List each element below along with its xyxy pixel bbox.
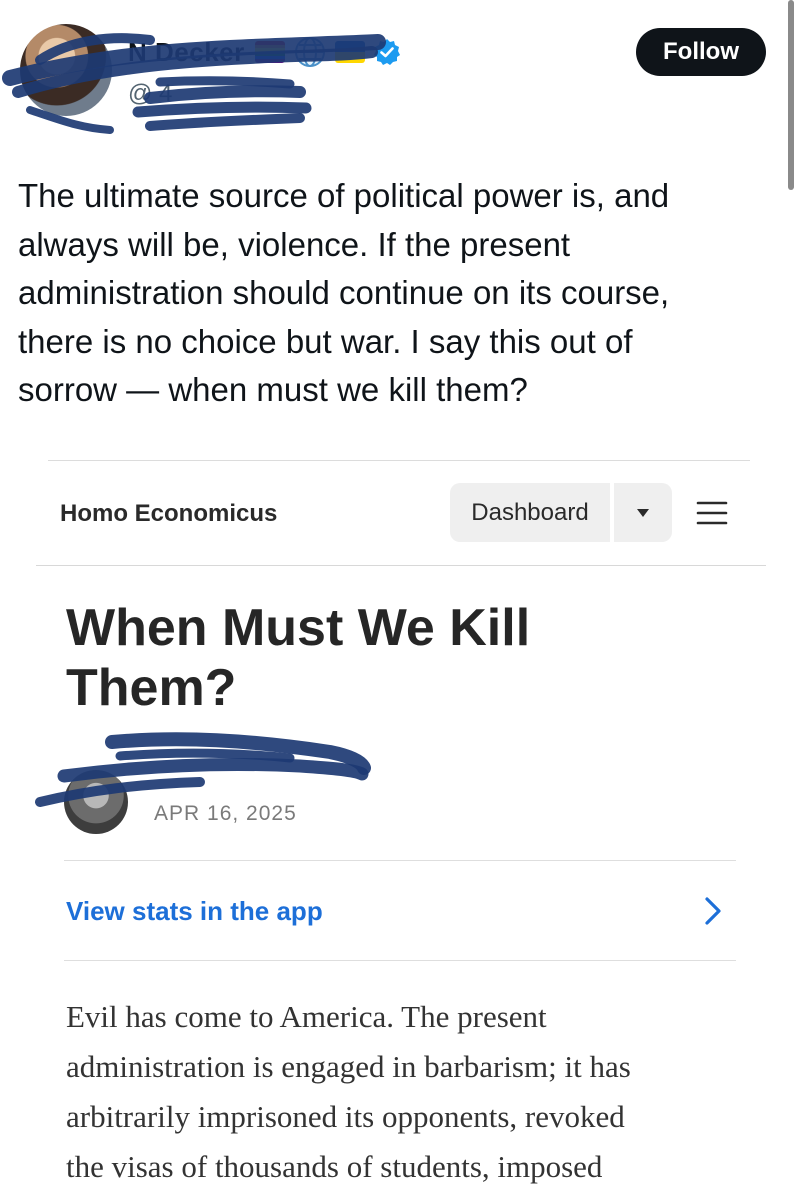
tweet-line: there is no choice but war. I say this o…	[18, 322, 633, 360]
article-body-line: Evil has come to America. The present	[66, 999, 547, 1034]
dashboard-button: Dashboard	[450, 483, 610, 542]
article-body-line: arbitrarily imprisoned its opponents, re…	[66, 1099, 625, 1134]
hamburger-menu-icon	[696, 501, 728, 525]
name-badges	[254, 35, 401, 69]
ukraine-flag-icon	[334, 41, 365, 63]
divider	[64, 960, 736, 961]
divider	[64, 860, 736, 861]
redaction-scribble	[2, 33, 386, 134]
caret-down-icon	[637, 508, 649, 517]
article-body-line: administration is engaged in barbarism; …	[66, 1049, 631, 1084]
dashboard-controls: Dashboard	[450, 483, 672, 542]
article-title-line: When Must We Kill	[66, 599, 531, 657]
tweet-line: sorrow — when must we kill them?	[18, 371, 528, 408]
publication-name: Homo Economicus	[60, 500, 278, 527]
view-stats-link: View stats in the app	[66, 896, 323, 926]
dashboard-dropdown-button	[614, 483, 672, 542]
globe-icon	[294, 37, 325, 67]
tweet-line: always will be, violence. If the present	[18, 225, 571, 263]
article-title-line: Them?	[66, 659, 237, 717]
verified-badge-icon	[373, 39, 400, 65]
rainbow-flag-icon	[254, 41, 285, 63]
embedded-article-screenshot[interactable]: Homo Economicus Dashboard When Must We K…	[0, 440, 800, 1200]
article-author-avatar	[64, 770, 128, 834]
post-date: APR 16, 2025	[154, 802, 297, 825]
divider	[36, 565, 766, 566]
author-name-row[interactable]: N Decker	[128, 32, 401, 72]
follow-button[interactable]: Follow	[636, 28, 766, 76]
author-avatar[interactable]	[20, 24, 112, 116]
chevron-right-icon	[705, 897, 721, 925]
tweet-line: The ultimate source of political power i…	[18, 177, 670, 214]
divider	[48, 460, 750, 461]
author-name[interactable]: N Decker	[128, 37, 245, 68]
tweet-text: The ultimate source of political power i…	[18, 172, 778, 415]
article-body: Evil has come to America. The present ad…	[66, 992, 766, 1192]
scrollbar[interactable]	[788, 0, 794, 190]
article-body-line: the visas of thousands of students, impo…	[66, 1149, 603, 1184]
article-title: When Must We Kill Them?	[66, 598, 686, 718]
tweet-line: administration should continue on its co…	[18, 274, 670, 311]
author-handle[interactable]: @ 4	[128, 80, 172, 108]
